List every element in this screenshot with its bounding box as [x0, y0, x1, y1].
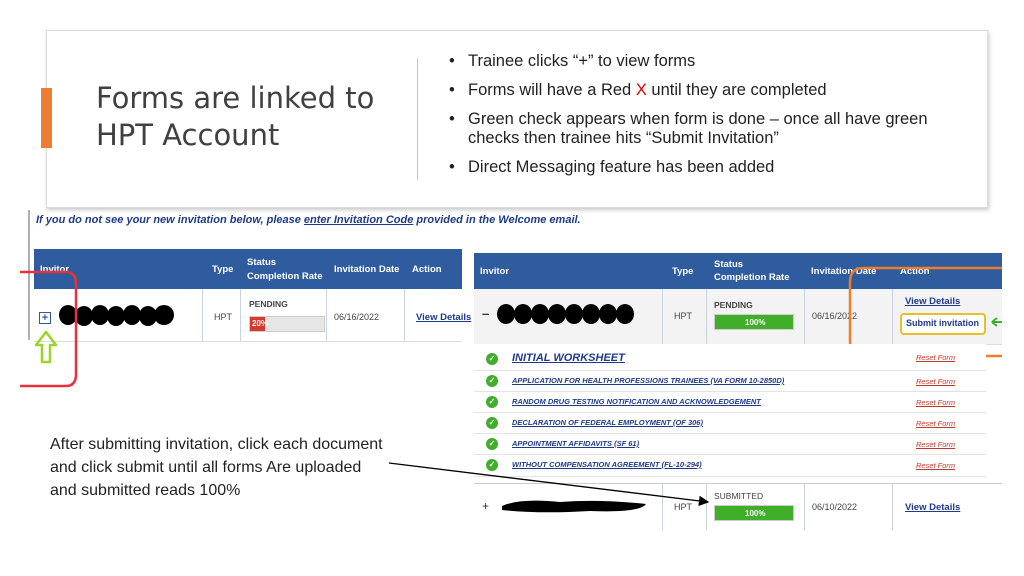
slide-title-line2: HPT Account: [96, 118, 280, 152]
bullet-item: Forms will have a Red X until they are c…: [446, 81, 966, 100]
form-link[interactable]: INITIAL WORKSHEET: [512, 352, 625, 364]
slide-title: Forms are linked to HPT Account: [96, 80, 396, 154]
list-item: ✓ RANDOM DRUG TESTING NOTIFICATION AND A…: [474, 391, 986, 413]
bullet-item: Green check appears when form is done – …: [446, 110, 966, 148]
progress-bar-track: 100%: [714, 505, 794, 521]
bullet-text: Trainee clicks “+” to view forms: [468, 52, 696, 70]
check-icon: ✓: [486, 353, 498, 365]
row-date: 06/16/2022: [334, 312, 380, 322]
invitation-code-note: If you do not see your new invitation be…: [36, 214, 581, 226]
reset-form-link[interactable]: Reset Form: [916, 461, 955, 470]
check-icon: ✓: [486, 417, 498, 429]
form-link[interactable]: DECLARATION OF FEDERAL EMPLOYMENT (OF 30…: [512, 418, 703, 427]
accent-bar: [41, 88, 52, 148]
form-link[interactable]: APPLICATION FOR HEALTH PROFESSIONS TRAIN…: [512, 376, 784, 385]
row-type: HPT: [674, 311, 692, 321]
reset-form-link[interactable]: Reset Form: [916, 398, 955, 407]
enter-invitation-code-link[interactable]: enter Invitation Code: [304, 214, 413, 226]
check-icon: ✓: [486, 375, 498, 387]
reset-form-link[interactable]: Reset Form: [916, 440, 955, 449]
progress-bar-track: 20%: [249, 316, 325, 332]
header-type: Type: [672, 266, 694, 277]
view-details-link[interactable]: View Details: [905, 502, 960, 513]
form-link[interactable]: RANDOM DRUG TESTING NOTIFICATION AND ACK…: [512, 397, 761, 406]
row-date: 06/10/2022: [812, 502, 858, 512]
bullet-text: Direct Messaging feature has been added: [468, 158, 775, 176]
reset-form-link[interactable]: Reset Form: [916, 419, 955, 428]
header-action: Action: [412, 264, 442, 275]
header-status: Status: [714, 259, 744, 270]
row-status: PENDING: [249, 299, 288, 309]
header-invitor: Invitor: [480, 266, 510, 277]
red-x-mark: X: [635, 81, 647, 99]
list-item: ✓ APPOINTMENT AFFIDAVITS (SF 61) Reset F…: [474, 433, 986, 455]
view-details-link[interactable]: View Details: [416, 312, 471, 323]
check-icon: ✓: [486, 438, 498, 450]
green-arrow-icon: [991, 317, 1002, 327]
row-status: PENDING: [714, 300, 753, 310]
connector-arrow: [388, 462, 710, 507]
list-item: ✓ DECLARATION OF FEDERAL EMPLOYMENT (OF …: [474, 412, 986, 434]
red-highlight-bracket: [20, 270, 78, 388]
progress-bar-track: 100%: [714, 314, 794, 330]
check-icon: ✓: [486, 396, 498, 408]
bullet-text: Green check appears when form is done – …: [468, 110, 928, 147]
bullet-text: Forms will have a Red: [468, 81, 636, 99]
title-divider: [417, 58, 418, 180]
redacted-invitor-name: [497, 304, 634, 324]
list-item: ✓ INITIAL WORKSHEET Reset Form: [474, 348, 986, 371]
table-header: Invitor Type Status Completion Rate Invi…: [34, 249, 462, 289]
header-completion-rate: Completion Rate: [714, 272, 790, 283]
header-invitation-date: Invitation Date: [334, 264, 400, 275]
header-type: Type: [212, 264, 234, 275]
row-type: HPT: [214, 312, 232, 322]
bullet-text: until they are completed: [646, 81, 827, 99]
instruction-caption: After submitting invitation, click each …: [50, 436, 383, 499]
collapse-button[interactable]: –: [482, 306, 489, 321]
form-link[interactable]: APPOINTMENT AFFIDAVITS (SF 61): [512, 439, 639, 448]
bullet-item: Direct Messaging feature has been added: [446, 158, 966, 177]
reset-form-link[interactable]: Reset Form: [916, 377, 955, 386]
header-status: Status: [247, 257, 277, 268]
bullet-list: Trainee clicks “+” to view forms Forms w…: [446, 52, 966, 187]
progress-label: 100%: [745, 509, 766, 518]
list-item: ✓ APPLICATION FOR HEALTH PROFESSIONS TRA…: [474, 370, 986, 392]
reset-form-link[interactable]: Reset Form: [916, 353, 955, 362]
bullet-item: Trainee clicks “+” to view forms: [446, 52, 966, 71]
progress-label: 100%: [745, 318, 766, 327]
progress-label: 20%: [252, 319, 269, 328]
slide-title-line1: Forms are linked to: [96, 81, 375, 115]
row-status: SUBMITTED: [714, 491, 764, 501]
header-completion-rate: Completion Rate: [247, 271, 323, 282]
